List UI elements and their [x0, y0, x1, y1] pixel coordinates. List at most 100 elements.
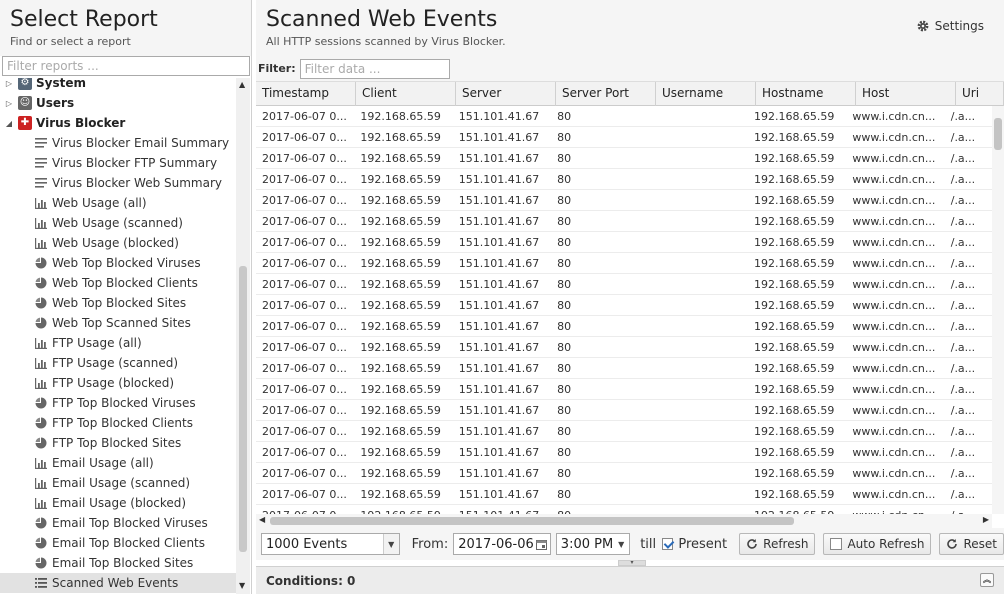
chevron-down-icon[interactable]: ◢ [4, 113, 14, 133]
table-row[interactable]: 2017-06-07 0...192.168.65.59151.101.41.6… [256, 295, 992, 316]
table-cell: /.a... [950, 404, 976, 417]
reset-button[interactable]: Reset [939, 533, 1004, 555]
table-row[interactable]: 2017-06-07 0...192.168.65.59151.101.41.6… [256, 505, 992, 514]
table-row[interactable]: 2017-06-07 0...192.168.65.59151.101.41.6… [256, 442, 992, 463]
tree-report-item[interactable]: Email Top Blocked Clients [0, 533, 236, 553]
tree-category-system[interactable]: ▷ ⚙ System [0, 78, 236, 93]
table-row[interactable]: 2017-06-07 0...192.168.65.59151.101.41.6… [256, 232, 992, 253]
auto-refresh-button[interactable]: Auto Refresh [823, 533, 932, 555]
tree-report-label: Web Top Blocked Sites [52, 296, 187, 310]
table-cell: 80 [557, 110, 572, 123]
chevron-right-icon[interactable]: ▷ [4, 93, 14, 113]
expand-conditions-icon[interactable]: ︽ [980, 573, 994, 587]
tree-report-item[interactable]: Web Usage (all) [0, 193, 236, 213]
tree-report-item[interactable]: FTP Usage (all) [0, 333, 236, 353]
present-checkbox[interactable] [662, 538, 674, 550]
tree-report-item[interactable]: FTP Top Blocked Sites [0, 433, 236, 453]
column-header-server-port[interactable]: Server Port [556, 82, 656, 106]
table-row[interactable]: 2017-06-07 0...192.168.65.59151.101.41.6… [256, 337, 992, 358]
table-row[interactable]: 2017-06-07 0...192.168.65.59151.101.41.6… [256, 379, 992, 400]
scroll-right-arrow-icon[interactable]: ▶ [983, 515, 989, 524]
chevron-right-icon[interactable]: ▷ [4, 78, 14, 93]
table-row[interactable]: 2017-06-07 0...192.168.65.59151.101.41.6… [256, 127, 992, 148]
column-header-hostname[interactable]: Hostname [756, 82, 856, 106]
table-row[interactable]: 2017-06-07 0...192.168.65.59151.101.41.6… [256, 169, 992, 190]
table-cell: 151.101.41.67 [458, 341, 540, 354]
tree-report-item[interactable]: FTP Usage (scanned) [0, 353, 236, 373]
tree-report-item[interactable]: Web Usage (blocked) [0, 233, 236, 253]
table-cell: 2017-06-07 0... [262, 488, 347, 501]
table-row[interactable]: 2017-06-07 0...192.168.65.59151.101.41.6… [256, 274, 992, 295]
tree-report-item[interactable]: FTP Top Blocked Viruses [0, 393, 236, 413]
table-row[interactable]: 2017-06-07 0...192.168.65.59151.101.41.6… [256, 316, 992, 337]
tree-report-item[interactable]: Virus Blocker Email Summary [0, 133, 236, 153]
report-filter-input[interactable] [2, 56, 250, 76]
column-header-server[interactable]: Server [456, 82, 556, 106]
refresh-button[interactable]: Refresh [739, 533, 816, 555]
tree-scroll-thumb[interactable] [239, 266, 247, 552]
table-cell: 192.168.65.59 [753, 467, 835, 480]
conditions-bar[interactable]: Conditions: 0 ︽ [256, 566, 1004, 594]
pie-chart-icon [34, 256, 48, 270]
tree-report-item[interactable]: Virus Blocker Web Summary [0, 173, 236, 193]
scroll-down-arrow-icon[interactable]: ▼ [239, 581, 245, 590]
table-row[interactable]: 2017-06-07 0...192.168.65.59151.101.41.6… [256, 253, 992, 274]
scroll-left-arrow-icon[interactable]: ◀ [259, 515, 265, 524]
data-filter-input[interactable] [299, 58, 450, 79]
tree-report-item[interactable]: Email Top Blocked Sites [0, 553, 236, 573]
table-cell: www.i.cdn.cn... [852, 467, 936, 480]
events-limit-select[interactable]: 1000 Events ▼ [261, 533, 400, 555]
tree-scrollbar[interactable]: ▲ ▼ [236, 78, 250, 594]
tree-category-virus-blocker[interactable]: ◢ ✚ Virus Blocker [0, 113, 236, 133]
table-cell [650, 190, 748, 211]
table-row[interactable]: 2017-06-07 0...192.168.65.59151.101.41.6… [256, 400, 992, 421]
system-icon: ⚙ [18, 78, 32, 90]
table-row[interactable]: 2017-06-07 0...192.168.65.59151.101.41.6… [256, 190, 992, 211]
grid-vertical-scrollbar[interactable] [992, 106, 1004, 514]
tree-report-item[interactable]: Web Top Scanned Sites [0, 313, 236, 333]
tree-report-item[interactable]: FTP Usage (blocked) [0, 373, 236, 393]
grid-horizontal-scrollbar[interactable]: ◀ ▶ [256, 514, 992, 528]
tree-report-item[interactable]: Web Top Blocked Viruses [0, 253, 236, 273]
table-row[interactable]: 2017-06-07 0...192.168.65.59151.101.41.6… [256, 148, 992, 169]
table-cell: 151.101.41.67 [458, 278, 540, 291]
grid-vscroll-thumb[interactable] [994, 118, 1002, 150]
from-date-field[interactable]: 2017-06-06 [453, 533, 551, 555]
tree-report-label: Virus Blocker Email Summary [52, 136, 230, 150]
tree-report-item[interactable]: Web Top Blocked Sites [0, 293, 236, 313]
tree-report-item[interactable]: FTP Top Blocked Clients [0, 413, 236, 433]
tree-report-item[interactable]: Web Usage (scanned) [0, 213, 236, 233]
tree-report-item[interactable]: Web Top Blocked Clients [0, 273, 236, 293]
grid-hscroll-thumb[interactable] [270, 517, 794, 525]
bar-chart-icon [34, 496, 48, 510]
table-cell: /.a... [950, 194, 976, 207]
column-header-client[interactable]: Client [356, 82, 456, 106]
table-cell: 192.168.65.59 [360, 362, 441, 375]
tree-report-item[interactable]: Email Usage (blocked) [0, 493, 236, 513]
column-header-host[interactable]: Host [856, 82, 956, 106]
tree-report-item[interactable]: Virus Blocker FTP Summary [0, 153, 236, 173]
chevron-down-icon[interactable]: ▼ [613, 534, 630, 554]
bar-chart-icon [34, 196, 48, 210]
table-row[interactable]: 2017-06-07 0...192.168.65.59151.101.41.6… [256, 421, 992, 442]
scroll-up-arrow-icon[interactable]: ▲ [239, 80, 245, 89]
table-row[interactable]: 2017-06-07 0...192.168.65.59151.101.41.6… [256, 211, 992, 232]
calendar-icon[interactable] [533, 534, 550, 554]
column-header-username[interactable]: Username [656, 82, 756, 106]
tree-report-item[interactable]: Scanned Web Events [0, 573, 236, 593]
column-header-timestamp[interactable]: Timestamp [256, 82, 356, 106]
table-cell: 2017-06-07 0... [262, 131, 347, 144]
column-header-uri[interactable]: Uri [956, 82, 1004, 106]
table-row[interactable]: 2017-06-07 0...192.168.65.59151.101.41.6… [256, 484, 992, 505]
from-time-select[interactable]: 3:00 PM ▼ [555, 533, 631, 555]
table-row[interactable]: 2017-06-07 0...192.168.65.59151.101.41.6… [256, 463, 992, 484]
auto-refresh-checkbox[interactable] [830, 538, 843, 550]
tree-report-item[interactable]: Email Usage (all) [0, 453, 236, 473]
table-row[interactable]: 2017-06-07 0...192.168.65.59151.101.41.6… [256, 358, 992, 379]
tree-report-item[interactable]: Email Top Blocked Viruses [0, 513, 236, 533]
tree-category-users[interactable]: ▷ ☺ Users [0, 93, 236, 113]
tree-report-item[interactable]: Email Usage (scanned) [0, 473, 236, 493]
table-row[interactable]: 2017-06-07 0...192.168.65.59151.101.41.6… [256, 106, 992, 127]
chevron-down-icon[interactable]: ▼ [382, 534, 399, 554]
settings-button[interactable]: Settings [917, 19, 984, 33]
